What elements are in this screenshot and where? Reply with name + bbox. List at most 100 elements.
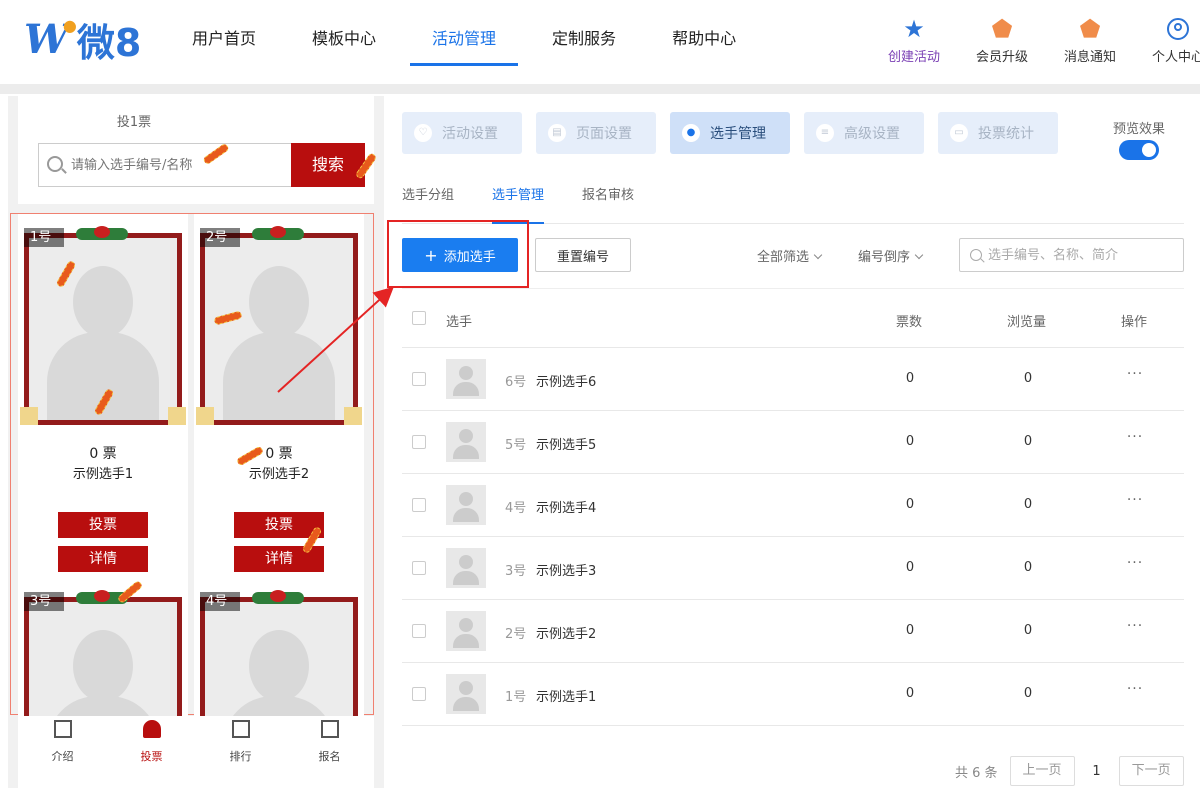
- phone-preview: 投1票 搜索 1号 0 票 示例选手1 投票 详情 2号 0 票: [8, 96, 384, 788]
- avatar: [446, 485, 486, 525]
- row-checkbox[interactable]: [412, 435, 426, 449]
- phone-tab-signup[interactable]: 报名: [285, 716, 374, 788]
- phone-search-input[interactable]: [71, 154, 221, 176]
- step-page-settings[interactable]: ▤ 页面设置: [536, 112, 656, 154]
- player-card[interactable]: 1号 0 票 示例选手1 投票 详情: [18, 214, 188, 580]
- sort-dropdown[interactable]: 编号倒序: [858, 246, 924, 265]
- select-all-checkbox[interactable]: [412, 311, 426, 325]
- signup-icon: [320, 720, 339, 738]
- header-ops: 操作: [1121, 315, 1148, 330]
- star-icon: ★: [903, 15, 925, 43]
- preview-switch[interactable]: [1119, 140, 1159, 160]
- detail-button[interactable]: 详情: [58, 546, 148, 572]
- view-count: 0: [1023, 686, 1033, 701]
- step-vote-stats[interactable]: ▭ 投票统计: [938, 112, 1058, 154]
- nav-help[interactable]: 帮助中心: [650, 0, 758, 66]
- ornament-icon: [76, 226, 128, 240]
- table-row: 2号 示例选手2 0 0 ···: [402, 600, 1184, 663]
- more-icon[interactable]: ···: [1122, 429, 1148, 445]
- avatar: [446, 611, 486, 651]
- phone-tab-intro[interactable]: 介绍: [18, 716, 107, 788]
- pagination: 共 6 条 上一页 1 下一页: [955, 756, 1184, 786]
- personal-center-button[interactable]: 个人中心: [1134, 14, 1200, 65]
- player-card[interactable]: 2号 0 票 示例选手2 投票 详情: [194, 214, 364, 580]
- header-divider: [0, 84, 1200, 94]
- row-checkbox[interactable]: [412, 372, 426, 386]
- logo[interactable]: W● 微8: [24, 14, 141, 65]
- player-name: 示例选手3: [536, 564, 597, 579]
- search-icon: [47, 156, 63, 172]
- ornament-icon: [252, 590, 304, 604]
- player-number: 2号: [505, 627, 527, 642]
- player-table: 选手 票数 浏览量 操作 6号 示例选手6 0 0 ··· 5号 示例选手5 0…: [402, 288, 1184, 726]
- shield-icon: ⬟: [991, 15, 1013, 43]
- vote-count: 0: [905, 686, 915, 701]
- tab-signup-review[interactable]: 报名审核: [582, 174, 634, 224]
- tab-player-manage[interactable]: 选手管理: [492, 174, 545, 224]
- more-icon[interactable]: ···: [1122, 366, 1148, 382]
- more-icon[interactable]: ···: [1122, 555, 1148, 571]
- phone-tabbar: 介绍 投票 排行 报名: [18, 716, 374, 788]
- avatar: [446, 359, 486, 399]
- player-name: 示例选手5: [536, 438, 597, 453]
- row-checkbox[interactable]: [412, 624, 426, 638]
- vote-count: 0: [905, 497, 915, 512]
- player-photo: [200, 233, 358, 425]
- tab-player-groups[interactable]: 选手分组: [402, 174, 454, 224]
- row-checkbox[interactable]: [412, 561, 426, 575]
- phone-tab-vote[interactable]: 投票: [107, 716, 196, 788]
- notifications-button[interactable]: ⬟ 消息通知: [1046, 14, 1134, 65]
- nav-home[interactable]: 用户首页: [170, 0, 278, 66]
- member-upgrade-button[interactable]: ⬟ 会员升级: [958, 14, 1046, 65]
- phone-tab-ranking[interactable]: 排行: [196, 716, 285, 788]
- preview-label: 预览效果: [1112, 122, 1165, 137]
- table-row: 4号 示例选手4 0 0 ···: [402, 474, 1184, 537]
- avatar: [446, 674, 486, 714]
- next-page-button[interactable]: 下一页: [1118, 756, 1184, 786]
- avatar: [446, 422, 486, 462]
- reset-numbering-button[interactable]: 重置编号: [535, 238, 631, 272]
- row-checkbox[interactable]: [412, 498, 426, 512]
- page-number[interactable]: 1: [1075, 764, 1119, 779]
- heart-icon: ♡: [414, 124, 432, 142]
- sub-tabs: 选手分组 选手管理 报名审核: [402, 174, 1184, 224]
- document-icon: [53, 720, 72, 738]
- more-icon[interactable]: ···: [1122, 492, 1148, 508]
- nav-custom-service[interactable]: 定制服务: [530, 0, 638, 66]
- table-row: 5号 示例选手5 0 0 ···: [402, 411, 1184, 474]
- person-icon: ●: [682, 124, 700, 142]
- step-player-manage[interactable]: ● 选手管理: [670, 112, 790, 154]
- player-search-input[interactable]: [988, 245, 1178, 265]
- chevron-down-icon: [914, 250, 924, 260]
- step-advanced-settings[interactable]: ≡ 高级设置: [804, 112, 924, 154]
- more-icon[interactable]: ···: [1122, 681, 1148, 697]
- vote-count: 0: [905, 371, 915, 386]
- nav-templates[interactable]: 模板中心: [290, 0, 398, 66]
- ranking-icon: [231, 720, 250, 738]
- shield-icon: ⬟: [1079, 15, 1101, 43]
- phone-search-button[interactable]: 搜索: [291, 143, 365, 187]
- player-search-box: [959, 238, 1184, 272]
- row-checkbox[interactable]: [412, 687, 426, 701]
- player-name: 示例选手2: [248, 467, 310, 482]
- prev-page-button[interactable]: 上一页: [1009, 756, 1075, 786]
- player-name: 示例选手1: [536, 690, 597, 705]
- create-activity-button[interactable]: ★ 创建活动: [870, 14, 958, 65]
- more-icon[interactable]: ···: [1122, 618, 1148, 634]
- vote-count-hint: 投1票: [116, 115, 152, 130]
- vote-count: 0: [905, 623, 915, 638]
- player-card[interactable]: 4号: [194, 578, 364, 788]
- add-player-button[interactable]: + 添加选手: [402, 238, 518, 272]
- top-bar: W● 微8 用户首页 模板中心 活动管理 定制服务 帮助中心 ★ 创建活动 ⬟ …: [0, 0, 1200, 84]
- setup-steps: ♡ 活动设置 ▤ 页面设置 ● 选手管理 ≡ 高级设置 ▭ 投票统计: [402, 112, 1072, 154]
- vote-button[interactable]: 投票: [58, 512, 148, 538]
- phone-header: 投1票 搜索: [18, 96, 378, 204]
- player-number: 3号: [505, 564, 527, 579]
- view-count: 0: [1023, 497, 1033, 512]
- step-activity-settings[interactable]: ♡ 活动设置: [402, 112, 522, 154]
- filter-dropdown[interactable]: 全部筛选: [757, 246, 823, 265]
- nav-activity-manage[interactable]: 活动管理: [410, 0, 519, 66]
- player-number-badge: 4号: [200, 592, 240, 611]
- player-number: 6号: [505, 375, 527, 390]
- player-card[interactable]: 3号: [18, 578, 188, 788]
